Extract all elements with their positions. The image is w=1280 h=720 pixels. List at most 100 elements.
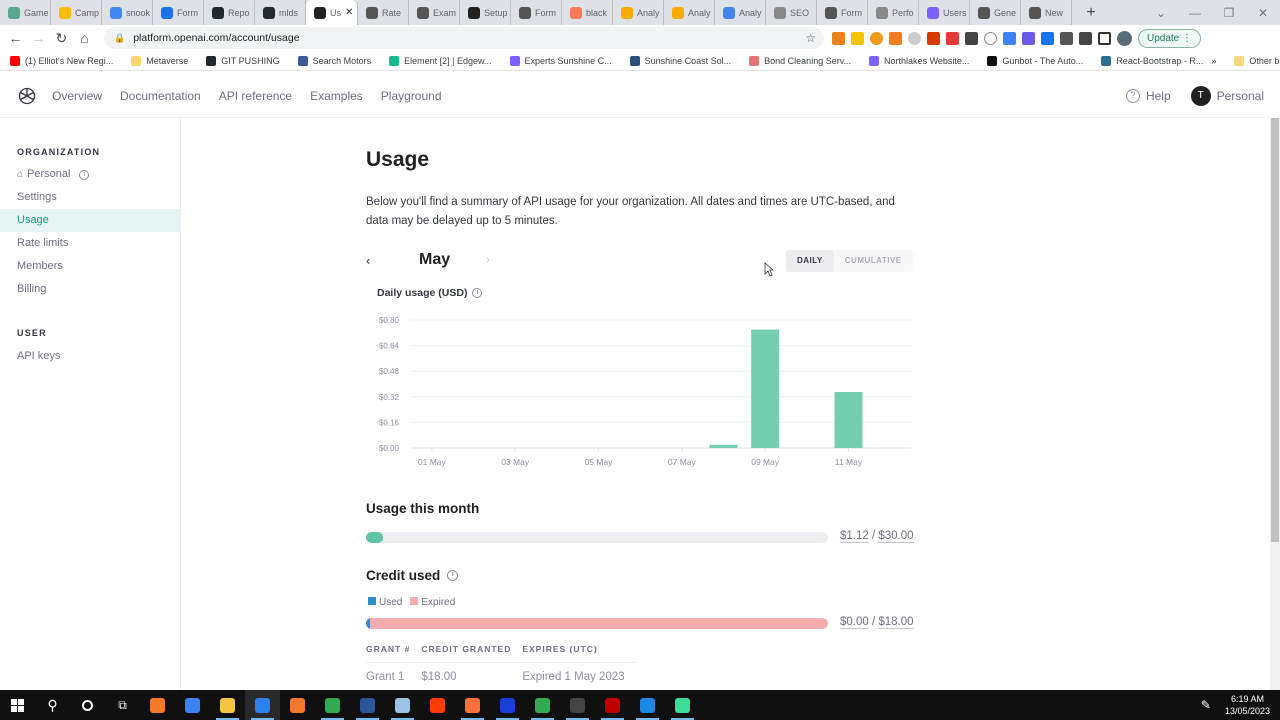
extension-icon[interactable] [984, 31, 997, 45]
next-month-button[interactable]: › [486, 254, 490, 266]
extension-icon[interactable] [927, 31, 940, 45]
browser-tab[interactable]: Form [817, 0, 868, 25]
nav-overview[interactable]: Overview [52, 89, 102, 103]
extension-icon[interactable] [1041, 31, 1054, 45]
info-icon[interactable]: i [447, 570, 459, 581]
taskbar-chrome-icon[interactable] [315, 690, 350, 720]
usage-limit[interactable]: $30.00 [878, 530, 914, 543]
org-selector[interactable]: ⌂ Personal i [0, 163, 180, 186]
update-button[interactable]: Update ⋮ [1138, 28, 1202, 48]
page-scrollbar-thumb[interactable] [1271, 118, 1279, 542]
taskbar-file-explorer-icon[interactable] [210, 690, 245, 720]
taskbar-illustrator-icon[interactable] [420, 690, 455, 720]
browser-tab[interactable]: Form [153, 0, 204, 25]
nav-documentation[interactable]: Documentation [120, 89, 201, 103]
puzzle-extensions-icon[interactable] [1079, 31, 1092, 45]
other-bookmarks-folder[interactable]: Other bookmarks [1224, 55, 1280, 66]
extension-icon[interactable] [965, 31, 978, 45]
extension-icon[interactable] [946, 31, 959, 45]
browser-tab[interactable]: Game [0, 0, 51, 25]
nav-api-reference[interactable]: API reference [219, 89, 292, 103]
browser-tab[interactable]: snook [102, 0, 153, 25]
sidebar-item-billing[interactable]: Billing [0, 278, 180, 301]
close-tab-icon[interactable]: ✕ [345, 7, 353, 18]
bookmark-item[interactable]: Bond Cleaning Serv... [739, 55, 859, 66]
hubspot-extension-icon[interactable] [889, 31, 902, 45]
taskbar-filezilla-icon[interactable] [595, 690, 630, 720]
taskbar-blender-icon[interactable] [140, 690, 175, 720]
browser-tab[interactable]: mlds [255, 0, 306, 25]
minimize-icon[interactable]: — [1178, 6, 1212, 20]
browser-tab[interactable]: Rate [358, 0, 409, 25]
back-icon[interactable]: ← [4, 30, 27, 46]
taskbar-app-blue-icon[interactable] [490, 690, 525, 720]
browser-tab[interactable]: SEO [766, 0, 817, 25]
sidebar-item-api-keys[interactable]: API keys [0, 345, 180, 368]
browser-tab[interactable]: Gene [970, 0, 1021, 25]
usage-used[interactable]: $1.12 [840, 530, 869, 543]
help-icon[interactable]: ? [1125, 88, 1140, 103]
extension-icon[interactable] [1003, 31, 1016, 45]
bookmark-item[interactable]: React-Bootstrap - R... [1091, 55, 1211, 66]
close-window-icon[interactable]: ✕ [1246, 6, 1280, 20]
info-icon[interactable]: i [472, 288, 483, 298]
daily-toggle-button[interactable]: DAILY [786, 250, 834, 272]
clock[interactable]: 6:19 AM 13/05/2023 [1225, 693, 1270, 717]
browser-tab[interactable]: Perfo [868, 0, 919, 25]
taskbar-app-green-icon[interactable] [665, 690, 700, 720]
windows-start-icon[interactable] [0, 690, 35, 720]
reload-icon[interactable]: ↻ [50, 30, 73, 47]
task-view-icon[interactable]: ⧉ [105, 690, 140, 720]
previous-month-button[interactable]: ‹ [366, 253, 380, 268]
taskbar-app-g-icon[interactable] [175, 690, 210, 720]
browser-tab-active[interactable]: Us ✕ [306, 0, 358, 25]
pen-tray-icon[interactable]: ✎ [1201, 698, 1211, 712]
bookmark-item[interactable]: Experts Sunshine C... [500, 55, 620, 66]
taskbar-blender-2-icon[interactable] [280, 690, 315, 720]
home-icon[interactable]: ⌂ [73, 30, 96, 46]
sidebar-item-rate-limits[interactable]: Rate limits [0, 232, 180, 255]
nav-examples[interactable]: Examples [310, 89, 363, 103]
more-bookmarks-icon[interactable]: » [1211, 56, 1216, 66]
info-icon[interactable]: i [79, 169, 90, 180]
browser-tab[interactable]: Setup [460, 0, 511, 25]
extension-icon[interactable] [1060, 31, 1073, 45]
url-input[interactable]: 🔒 platform.openai.com/account/usage ☆ [104, 27, 824, 49]
extension-icon[interactable] [1022, 31, 1035, 45]
help-link[interactable]: Help [1146, 89, 1171, 103]
bookmark-item[interactable]: Search Motors [288, 55, 380, 66]
bookmark-item[interactable]: Metaverse [121, 55, 196, 66]
browser-tab[interactable]: Users [919, 0, 970, 25]
avatar[interactable]: T [1190, 85, 1211, 106]
cortana-icon[interactable] [70, 690, 105, 720]
browser-tab[interactable]: Analy [613, 0, 664, 25]
credit-used-amount[interactable]: $0.00 [840, 616, 869, 629]
nav-playground[interactable]: Playground [381, 89, 442, 103]
sidebar-item-members[interactable]: Members [0, 255, 180, 278]
browser-tab[interactable]: New [1021, 0, 1072, 25]
openai-logo-icon[interactable] [17, 86, 37, 106]
metamask-extension-icon[interactable] [832, 31, 845, 45]
bookmark-item[interactable]: Element [2] | Edgew... [379, 55, 499, 66]
taskbar-word-icon[interactable] [350, 690, 385, 720]
search-icon[interactable]: ⚲ [35, 690, 70, 720]
browser-tab[interactable]: Exam [409, 0, 460, 25]
sidebar-item-settings[interactable]: Settings [0, 186, 180, 209]
account-menu[interactable]: Personal [1217, 89, 1264, 103]
taskbar-vscode-icon[interactable] [245, 690, 280, 720]
bookmark-item[interactable]: (1) Elliot's New Regi... [0, 55, 121, 66]
browser-tab[interactable]: Camp [51, 0, 102, 25]
bookmark-item[interactable]: Northlakes Website... [859, 55, 977, 66]
profile-avatar[interactable] [1117, 30, 1132, 46]
star-icon[interactable]: ☆ [805, 31, 816, 45]
browser-tab[interactable]: Form [511, 0, 562, 25]
taskbar-chrome-2-icon[interactable] [525, 690, 560, 720]
maximize-icon[interactable]: ❐ [1212, 6, 1246, 20]
browser-tab[interactable]: Repo [204, 0, 255, 25]
tab-search-icon[interactable]: ⌄ [1144, 6, 1178, 20]
browser-tab[interactable]: black [562, 0, 613, 25]
extension-icon[interactable] [908, 31, 921, 45]
cumulative-toggle-button[interactable]: CUMULATIVE [834, 250, 913, 272]
taskbar-mail-icon[interactable] [630, 690, 665, 720]
side-panel-icon[interactable] [1098, 31, 1111, 45]
